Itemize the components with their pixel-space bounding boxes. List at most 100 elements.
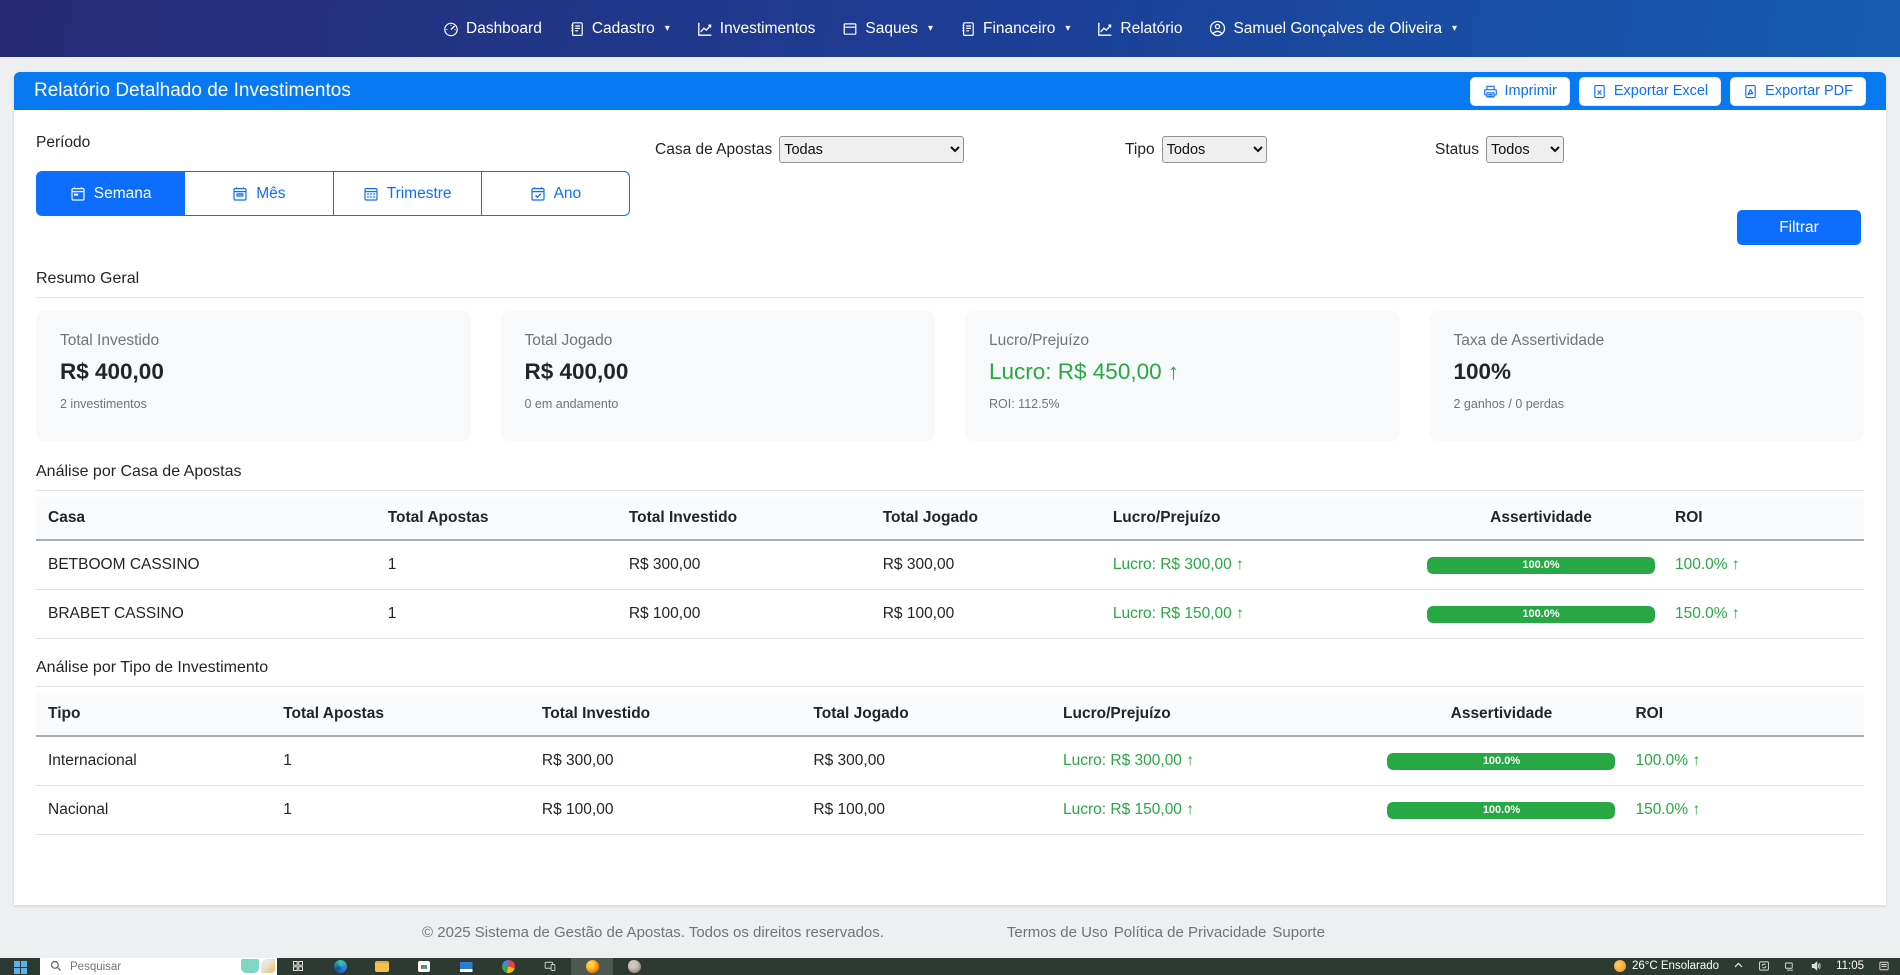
file-explorer-icon[interactable] [361, 958, 403, 975]
cell-lucro: Lucro: R$ 150,00 ↑ [1101, 590, 1415, 639]
calendar-month-icon: Aug [232, 186, 248, 202]
column-header-total-investido: Total Investido [530, 693, 802, 736]
summary-card-total-investido: Total InvestidoR$ 400,002 investimentos [36, 311, 471, 441]
cell-total-jogado: R$ 100,00 [801, 786, 1051, 835]
taskbar-search[interactable] [40, 958, 277, 975]
divider [36, 297, 1864, 298]
task-view-icon[interactable] [277, 958, 319, 975]
caret-down-icon: ▾ [665, 23, 670, 34]
sync-tray-icon[interactable] [1758, 960, 1770, 972]
file-pdf-icon [1743, 84, 1758, 99]
assertividade-progress: 100.0% [1427, 606, 1655, 623]
tray-chevron-up-icon[interactable] [1733, 960, 1744, 971]
speedometer-icon [443, 21, 459, 37]
store-icon[interactable] [403, 958, 445, 975]
casa-de-apostas-select[interactable]: Todas [779, 136, 964, 163]
card-value: Lucro: R$ 450,00 ↑ [989, 359, 1376, 385]
navbar-menu: Dashboard Cadastro ▾ Investimentos Saques▾ Fi… [443, 20, 1457, 38]
taskbar: 26°C Ensolarado 11:05 [0, 958, 1900, 975]
filter-group-status: Status Todos [1435, 136, 1564, 163]
exportar-excel-button[interactable]: Exportar Excel [1579, 77, 1721, 106]
column-header-assertividade: Assertividade [1415, 497, 1663, 540]
button-label: Exportar PDF [1765, 83, 1853, 99]
firefox-icon[interactable] [571, 958, 613, 975]
assertividade-progress: 100.0% [1387, 753, 1615, 770]
exportar-pdf-button[interactable]: Exportar PDF [1730, 77, 1866, 106]
calendar-grid-icon [363, 186, 379, 202]
status-select[interactable]: Todos [1486, 136, 1564, 163]
volume-tray-icon[interactable] [1810, 960, 1822, 972]
nav-item-relatorio[interactable]: Relatório [1097, 20, 1182, 38]
period-button-mes[interactable]: Aug Mês [185, 171, 333, 216]
cell-total-apostas: 1 [376, 590, 617, 639]
network-tray-icon[interactable] [1784, 960, 1796, 972]
calendar-week-icon [70, 186, 86, 202]
weather-text: 26°C Ensolarado [1632, 960, 1719, 972]
report-body: Período Casa de ApostasTodasTipoTodosSta… [14, 110, 1886, 905]
filter-group-casa-de-apostas: Casa de Apostas Todas [655, 136, 964, 163]
cell-total-investido: R$ 100,00 [617, 590, 871, 639]
card-label: Total Investido [60, 332, 447, 350]
assertividade-progress: 100.0% [1427, 557, 1655, 574]
weather-widget[interactable]: 26°C Ensolarado [1614, 960, 1719, 972]
nav-item-financeiro[interactable]: Financeiro▾ [960, 20, 1070, 38]
nav-item-label: Investimentos [720, 20, 816, 38]
nav-item-dashboard[interactable]: Dashboard [443, 20, 542, 38]
tipo-select[interactable]: Todos [1162, 136, 1267, 163]
filter-label: Casa de Apostas [655, 141, 772, 159]
summary-card-total-jogado: Total JogadoR$ 400,000 em andamento [501, 311, 936, 441]
start-button[interactable] [0, 958, 40, 975]
gimp-icon[interactable] [613, 958, 655, 975]
assertividade-progress-bar: 100.0% [1387, 753, 1615, 770]
nav-item-cadastro[interactable]: Cadastro ▾ [569, 20, 670, 38]
sun-icon [1614, 960, 1626, 972]
windows-logo-icon [14, 961, 27, 975]
printer-icon [1483, 84, 1498, 99]
filter-label: Tipo [1125, 141, 1155, 159]
mail-icon[interactable] [445, 958, 487, 975]
divider [36, 686, 1864, 687]
clock[interactable]: 11:05 [1836, 960, 1864, 972]
period-button-trimestre[interactable]: Trimestre [334, 171, 482, 216]
edge-browser-icon[interactable] [319, 958, 361, 975]
column-header-total-jogado: Total Jogado [801, 693, 1051, 736]
table-casa: CasaTotal ApostasTotal InvestidoTotal Jo… [36, 497, 1864, 639]
cell-total-investido: R$ 300,00 [617, 540, 871, 590]
chrome-icon[interactable] [487, 958, 529, 975]
casa-row-brabet-cassino: BRABET CASSINO1R$ 100,00R$ 100,00Lucro: … [36, 590, 1864, 639]
your-phone-icon[interactable] [529, 958, 571, 975]
casa-row-betboom-cassino: BETBOOM CASSINO1R$ 300,00R$ 300,00Lucro:… [36, 540, 1864, 590]
period-button-label: Mês [256, 185, 285, 203]
table-tipo: TipoTotal ApostasTotal InvestidoTotal Jo… [36, 693, 1864, 835]
search-input[interactable] [68, 960, 198, 974]
nav-item-investimentos[interactable]: Investimentos [697, 20, 816, 38]
calendar-check-icon [530, 186, 546, 202]
nav-item-samuel-goncalves-de-oliveira[interactable]: Samuel Gonçalves de Oliveira ▾ [1209, 20, 1457, 38]
card-value: 100% [1454, 359, 1841, 385]
filter-label: Status [1435, 141, 1479, 159]
period-button-ano[interactable]: Ano [482, 171, 630, 216]
period-button-semana[interactable]: Semana [36, 171, 185, 216]
footer-link-politica-de-privacidade[interactable]: Política de Privacidade [1114, 924, 1267, 941]
filter-button[interactable]: Filtrar [1737, 210, 1861, 245]
cell-assertividade: 100.0% [1415, 540, 1663, 590]
notification-center-icon[interactable] [1878, 960, 1890, 972]
column-header-roi: ROI [1623, 693, 1864, 736]
nav-item-label: Cadastro [592, 20, 655, 38]
top-navbar: Dashboard Cadastro ▾ Investimentos Saques▾ Fi… [0, 0, 1900, 57]
box-window-icon [842, 21, 858, 37]
tipo-analysis-section: Análise por Tipo de Investimento TipoTot… [36, 659, 1864, 835]
footer-link-suporte[interactable]: Suporte [1272, 924, 1325, 941]
nav-item-label: Dashboard [466, 20, 542, 38]
tipo-table-title: Análise por Tipo de Investimento [36, 659, 1864, 677]
nav-item-label: Financeiro [983, 20, 1055, 38]
summary-title: Resumo Geral [36, 270, 1864, 288]
nav-item-label: Samuel Gonçalves de Oliveira [1233, 20, 1442, 38]
footer-link-termos-de-uso[interactable]: Termos de Uso [1007, 924, 1108, 941]
column-header-lucro-prejuizo: Lucro/Prejuízo [1051, 693, 1375, 736]
cell-total-apostas: 1 [271, 736, 530, 786]
caret-down-icon: ▾ [1452, 23, 1457, 34]
nav-item-saques[interactable]: Saques▾ [842, 20, 933, 38]
cell-name: BETBOOM CASSINO [36, 540, 376, 590]
imprimir-button[interactable]: Imprimir [1470, 77, 1570, 106]
